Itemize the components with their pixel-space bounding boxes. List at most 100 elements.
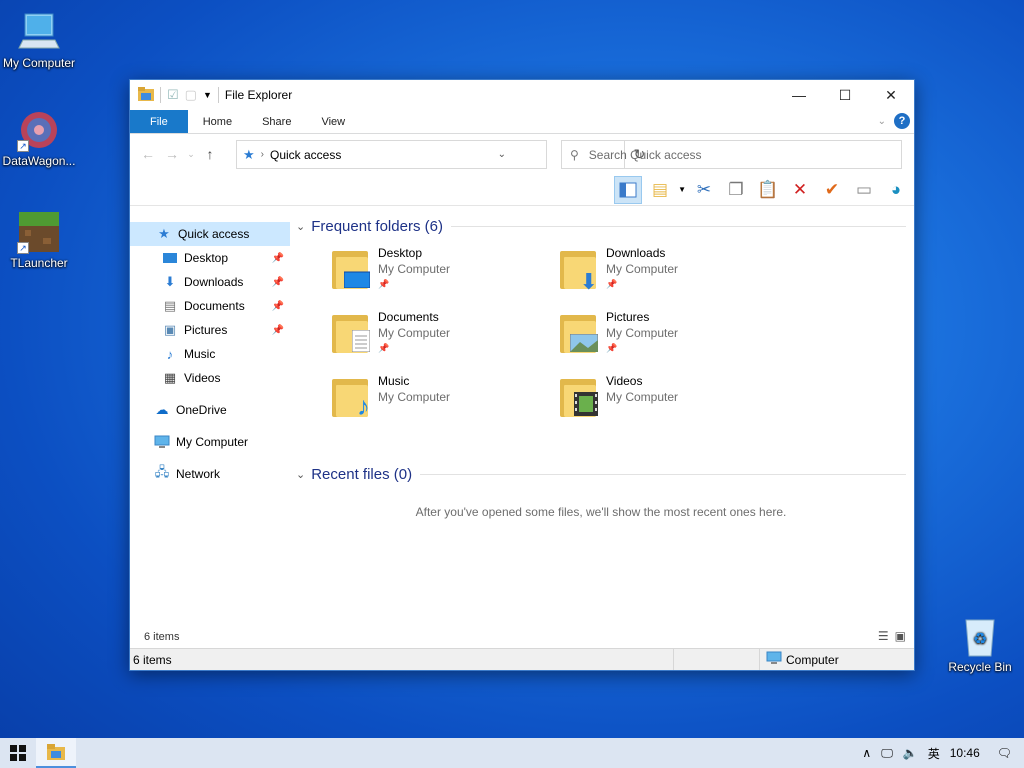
pin-icon[interactable]: 📌 (272, 325, 284, 336)
computer-icon (17, 10, 61, 54)
folder-name: Desktop (378, 246, 423, 260)
input-language[interactable]: 英 (923, 745, 945, 762)
tab-view[interactable]: View (306, 110, 360, 133)
desktop-icon-datawagon[interactable]: ↗ DataWagon... (0, 108, 81, 168)
sidebar-item-pictures[interactable]: ▣ Pictures 📌 (130, 318, 290, 342)
cut-icon[interactable]: ✂ (690, 176, 718, 204)
new-folder-icon[interactable]: ▢ (185, 87, 197, 103)
chevron-up-icon[interactable]: ∧ (857, 746, 876, 760)
address-text: Quick access (270, 147, 342, 162)
status-location-label: Computer (786, 652, 839, 667)
desktop-icon-my-computer[interactable]: My Computer (0, 10, 81, 70)
shortcut-arrow-icon: ↗ (17, 242, 29, 254)
notification-icon[interactable]: 🗨 (985, 746, 1024, 760)
taskbar-file-explorer[interactable] (36, 738, 76, 768)
folder-location: My Computer (606, 262, 679, 276)
tab-home[interactable]: Home (188, 110, 247, 133)
computer-icon (154, 434, 170, 450)
frequent-folders-header[interactable]: ⌄ Frequent folders (6) (296, 217, 906, 235)
recent-files-title: Recent files (0) (311, 465, 413, 483)
pin-icon[interactable]: 📌 (272, 301, 284, 312)
sidebar-item-documents[interactable]: ▤ Documents 📌 (130, 294, 290, 318)
copy-icon[interactable]: ❐ (722, 176, 750, 204)
desktop-icon-recycle-bin[interactable]: ♻ Recycle Bin (938, 614, 1022, 674)
sidebar-item-network[interactable]: 🖧 Network (130, 462, 290, 486)
folder-name: Music (378, 374, 410, 388)
desktop-icon-label: TLauncher (10, 256, 68, 270)
back-arrow-icon[interactable]: ← (136, 146, 160, 162)
sidebar-item-onedrive[interactable]: ☁ OneDrive (130, 398, 290, 422)
recent-locations-icon[interactable]: ⌄ (184, 149, 198, 160)
sidebar-item-label: OneDrive (176, 403, 227, 417)
divider (450, 225, 906, 227)
tab-share[interactable]: Share (247, 110, 306, 133)
taskbar: ∧ 🖵 🔈 英 10:46 🗨 (0, 738, 1024, 768)
new-item-icon[interactable]: ▤ (646, 176, 674, 204)
address-dropdown-icon[interactable]: ⌄ (498, 149, 506, 160)
rename-icon[interactable]: ▭ (850, 176, 878, 204)
expand-ribbon-icon[interactable]: ⌄ (878, 116, 886, 127)
sidebar-item-desktop[interactable]: Desktop 📌 (130, 246, 290, 270)
large-icons-view-icon[interactable]: ▣ (895, 629, 906, 643)
address-bar[interactable]: ★ › Quick access ⌄ ↻ (236, 140, 645, 169)
folder-tile-videos[interactable]: Videos My Computer (560, 373, 788, 437)
pin-icon: 📌 (606, 279, 618, 289)
sidebar-item-videos[interactable]: ▦ Videos (130, 366, 290, 390)
maximize-button[interactable]: ☐ (822, 80, 868, 110)
video-icon: ▦ (163, 370, 177, 385)
folder-name: Videos (606, 374, 643, 388)
help-icon[interactable]: ? (894, 113, 910, 129)
close-button[interactable]: ✕ (868, 80, 914, 110)
minimize-button[interactable]: — (776, 80, 822, 110)
picture-badge-icon (569, 333, 599, 355)
pin-icon[interactable]: 📌 (272, 277, 284, 288)
network-icon: 🖧 (154, 464, 170, 479)
quick-access-toolbar: ☑ ▢ ▼ (138, 86, 219, 104)
main-pane: ⌄ Frequent folders (6) Desktop My Comput… (290, 207, 914, 625)
folder-tile-music[interactable]: ♪ Music My Computer (332, 373, 560, 437)
sidebar-item-my-computer[interactable]: My Computer (130, 430, 290, 454)
checkmark-icon[interactable]: ✔ (818, 176, 846, 204)
folder-tile-desktop[interactable]: Desktop My Computer 📌 (332, 245, 560, 309)
folder-tile-downloads[interactable]: ⬇ Downloads My Computer 📌 (560, 245, 788, 309)
customize-dropdown-icon[interactable]: ▼ (203, 90, 212, 100)
sidebar-item-quick-access[interactable]: ★ Quick access (130, 222, 290, 246)
new-item-dropdown-icon[interactable]: ▼ (678, 185, 686, 194)
recent-files-header[interactable]: ⌄ Recent files (0) (296, 465, 906, 483)
svg-text:♻: ♻ (973, 631, 987, 648)
details-view-icon[interactable]: ☰ (878, 629, 889, 643)
tab-file[interactable]: File (130, 110, 188, 133)
sidebar-item-label: Videos (184, 371, 221, 385)
sidebar-item-label: My Computer (176, 435, 249, 449)
status-spacer (674, 649, 760, 670)
windows-logo-icon (10, 745, 26, 761)
clock[interactable]: 10:46 (945, 746, 985, 760)
search-input[interactable]: ⚲ Search Quick access (561, 140, 902, 169)
forward-arrow-icon[interactable]: → (160, 146, 184, 162)
globe-icon[interactable]: ◕ (882, 176, 910, 204)
download-badge-icon: ⬇ (579, 269, 598, 294)
folder-icon (138, 86, 154, 104)
document-icon: ▤ (163, 298, 177, 313)
volume-icon[interactable]: 🔈 (898, 746, 923, 760)
navigation-pane-icon[interactable] (614, 175, 643, 204)
properties-icon[interactable]: ☑ (167, 87, 179, 103)
folder-tile-pictures[interactable]: Pictures My Computer 📌 (560, 309, 788, 373)
start-button[interactable] (0, 738, 36, 768)
sidebar-item-label: Network (176, 467, 221, 481)
desktop-icon-tlauncher[interactable]: ↗ TLauncher (0, 210, 81, 270)
folder-location: My Computer (606, 326, 679, 340)
network-icon[interactable]: 🖵 (876, 746, 898, 761)
chevron-right-icon: › (260, 149, 264, 160)
command-toolbar: ▤ ▼ ✂ ❐ 📋 ✕ ✔ ▭ ◕ (130, 174, 914, 206)
paste-icon[interactable]: 📋 (754, 176, 782, 204)
delete-icon[interactable]: ✕ (786, 176, 814, 204)
sidebar-item-downloads[interactable]: ⬇ Downloads 📌 (130, 270, 290, 294)
video-badge-icon (574, 392, 598, 419)
up-arrow-icon[interactable]: ↑ (198, 146, 222, 162)
separator (160, 87, 161, 103)
sidebar-item-music[interactable]: ♪ Music (130, 342, 290, 366)
folder-tile-documents[interactable]: Documents My Computer 📌 (332, 309, 560, 373)
pin-icon[interactable]: 📌 (272, 253, 284, 264)
status-bar: 6 items Computer (130, 648, 914, 670)
